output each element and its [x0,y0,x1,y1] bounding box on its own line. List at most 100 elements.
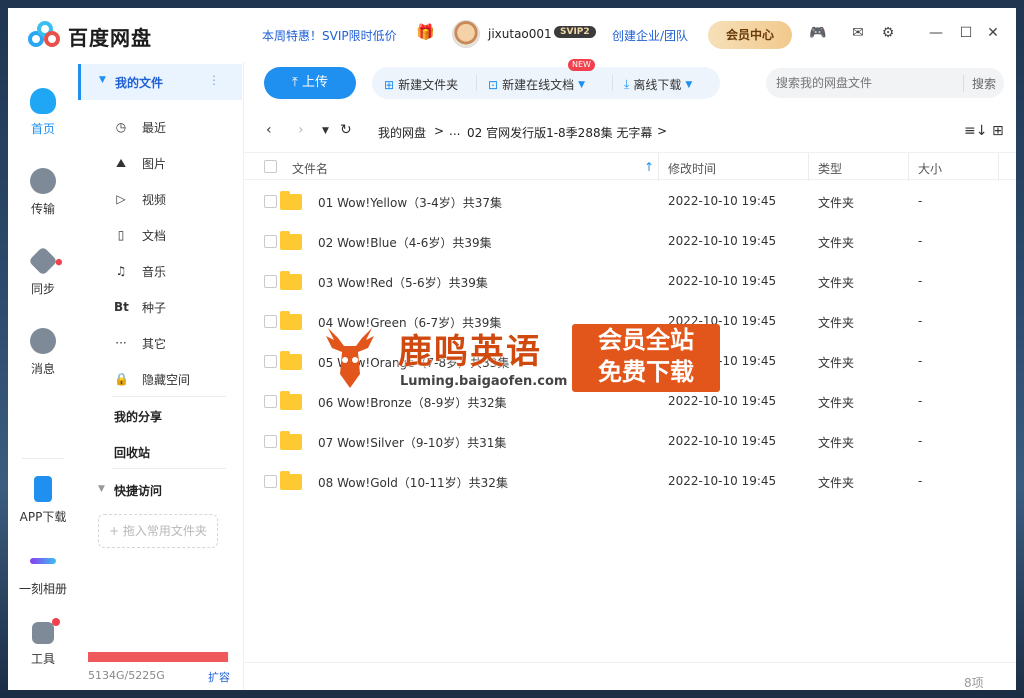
item-count: 8项 [964,676,984,690]
file-name[interactable]: 03 Wow!Red（5-6岁）共39集 [318,274,488,291]
vip-center-button[interactable]: 会员中心 [708,21,792,49]
search-button[interactable]: 搜索 [962,75,996,92]
lock-icon: 🔒 [114,372,129,386]
rail-message[interactable]: 消息 [8,328,78,377]
gear-icon[interactable]: ⚙ [878,25,898,41]
quick-access-drop-zone[interactable]: + 拖入常用文件夹 [98,514,218,548]
row-checkbox[interactable] [264,195,277,208]
refresh-icon[interactable]: ↻ [340,122,352,138]
sidebar-item-my-files[interactable]: ▼ 我的文件 ⋮ [78,64,242,100]
cloud-logo-icon [28,21,62,51]
svip-badge[interactable]: SVIP2 [554,26,596,38]
sidebar-item-docs[interactable]: ▯ 文档 [114,225,166,245]
sidebar-item-torrents[interactable]: Bt 种子 [114,297,166,317]
column-name[interactable]: 文件名 [292,160,328,177]
deer-logo-icon [326,328,374,388]
column-divider [658,153,659,181]
folder-plus-icon: ⊞ [384,77,395,92]
row-checkbox[interactable] [264,315,277,328]
maximize-icon[interactable]: ☐ [956,25,976,41]
gift-icon[interactable]: 🎁 [416,23,435,41]
column-modified[interactable]: 修改时间 [668,160,716,177]
file-name[interactable]: 01 Wow!Yellow（3-4岁）共37集 [318,194,502,211]
file-name[interactable]: 02 Wow!Blue（4-6岁）共39集 [318,234,492,251]
close-icon[interactable]: ✕ [983,25,1003,41]
folder-icon [280,191,302,210]
file-name[interactable]: 08 Wow!Gold（10-11岁）共32集 [318,474,508,491]
file-type: 文件夹 [818,196,855,210]
file-type: 文件夹 [818,356,855,370]
sidebar-item-hidden-space[interactable]: 🔒 隐藏空间 [114,369,190,389]
sidebar-item-my-share[interactable]: 我的分享 [114,408,162,425]
rail-album[interactable]: 一刻相册 [8,548,78,597]
select-all-checkbox[interactable] [264,160,277,173]
expand-storage-link[interactable]: 扩容 [208,669,230,685]
avatar[interactable] [452,20,480,48]
footer-divider [244,662,1016,663]
table-row[interactable]: 07 Wow!Silver（9-10岁）共31集 2022-10-10 19:4… [244,422,1016,462]
row-checkbox[interactable] [264,275,277,288]
more-icon[interactable]: ⋮ [208,73,220,87]
create-enterprise-link[interactable]: 创建企业/团队 [612,27,688,44]
new-folder-button[interactable]: ⊞ 新建文件夹 [384,76,458,93]
sidebar-item-music[interactable]: ♫ 音乐 [114,261,166,281]
table-row[interactable]: 01 Wow!Yellow（3-4岁）共37集 2022-10-10 19:45… [244,182,1016,222]
album-icon [30,558,56,564]
rail-home[interactable]: 首页 [8,88,78,137]
sidebar-item-quick-access[interactable]: 快捷访问 [114,482,162,499]
file-name[interactable]: 06 Wow!Bronze（8-9岁）共32集 [318,394,507,411]
rail-tools[interactable]: 工具 [8,618,78,667]
row-checkbox[interactable] [264,395,277,408]
file-type: 文件夹 [818,276,855,290]
rail-app-download[interactable]: APP下载 [8,476,78,525]
sidebar-item-recent[interactable]: ◷ 最近 [114,117,166,137]
promo-link[interactable]: 本周特惠！SVIP限时低价 [262,27,397,44]
chevron-down-icon[interactable]: ▼ [98,484,105,494]
sort-asc-icon[interactable]: ↑ [644,160,654,174]
table-row[interactable]: 02 Wow!Blue（4-6岁）共39集 2022-10-10 19:45 文… [244,222,1016,262]
minimize-icon[interactable]: — [926,25,946,41]
breadcrumb-separator: > [657,124,668,138]
row-checkbox[interactable] [264,435,277,448]
row-checkbox[interactable] [264,355,277,368]
rail-transfer[interactable]: 传输 [8,168,78,217]
file-size: - [918,394,923,408]
upload-button[interactable]: ⤒ 上传 [264,67,356,99]
sidebar-item-recycle[interactable]: 回收站 [114,444,150,461]
breadcrumb-root[interactable]: 我的网盘 [378,124,426,141]
app-logo[interactable]: 百度网盘 [28,21,152,51]
grid-view-icon[interactable]: ⊞ [992,123,1004,139]
new-online-doc-button[interactable]: ⊡ 新建在线文档 ▼ [488,76,585,93]
sidebar-item-label: 其它 [142,336,167,351]
username[interactable]: jixutao001 [488,27,552,41]
chevron-down-icon[interactable]: ▼ [99,75,106,85]
file-size: - [918,354,923,368]
sync-icon [28,246,64,276]
sort-icon[interactable]: ≡↓ [964,123,987,139]
breadcrumb-ellipsis[interactable]: ... [449,124,460,138]
column-type[interactable]: 类型 [818,160,842,177]
chevron-down-icon: ▼ [685,79,693,90]
row-checkbox[interactable] [264,475,277,488]
forward-icon[interactable]: › [298,122,304,138]
watermark-title: 鹿鸣英语 [398,332,542,372]
mail-icon[interactable]: ✉ [848,25,868,41]
search-input[interactable] [776,74,956,92]
download-icon: ⤓ [624,77,630,91]
table-row[interactable]: 08 Wow!Gold（10-11岁）共32集 2022-10-10 19:45… [244,462,1016,502]
history-dropdown-icon[interactable]: ▼ [322,126,329,136]
offline-download-button[interactable]: ⤓ 离线下载 ▼ [624,76,692,93]
row-checkbox[interactable] [264,235,277,248]
game-icon[interactable]: 🎮 [808,25,828,41]
table-header: 文件名 ↑ 修改时间 类型 大小 [244,152,1016,181]
table-row[interactable]: 03 Wow!Red（5-6岁）共39集 2022-10-10 19:45 文件… [244,262,1016,302]
sidebar-item-other[interactable]: ··· 其它 [114,333,166,353]
column-size[interactable]: 大小 [918,160,942,177]
file-name[interactable]: 07 Wow!Silver（9-10岁）共31集 [318,434,506,451]
new-badge: NEW [568,59,595,71]
file-type: 文件夹 [818,476,855,490]
rail-sync[interactable]: 同步 [8,246,78,297]
sidebar-item-videos[interactable]: ▷ 视频 [114,189,166,209]
sidebar-item-images[interactable]: ⛰ 图片 [114,153,166,173]
back-icon[interactable]: ‹ [266,122,272,138]
